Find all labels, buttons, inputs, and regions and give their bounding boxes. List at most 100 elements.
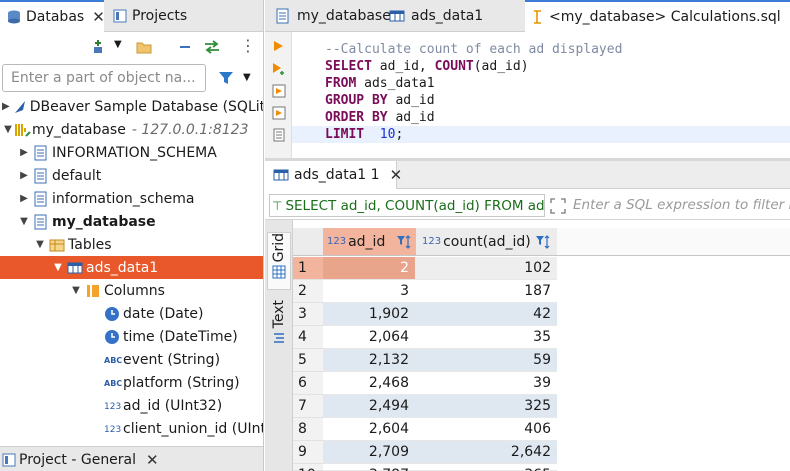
- object-filter-input[interactable]: Enter a part of object na...: [2, 64, 206, 92]
- schema-icon: [34, 145, 47, 160]
- cell-ad-id[interactable]: 2: [323, 257, 415, 280]
- tab-my-database[interactable]: my_database: [269, 0, 397, 32]
- filter-expression-input[interactable]: Enter a SQL expression to filter res: [573, 197, 790, 215]
- chevron-down-icon[interactable]: ▼: [52, 262, 64, 273]
- tree-item-column-ad-id[interactable]: 123 ad_id (UInt32): [0, 394, 263, 417]
- tree-item-column-date[interactable]: date (Date): [0, 302, 263, 325]
- tree-item-columns[interactable]: ▼ Columns: [0, 279, 263, 302]
- row-number[interactable]: 7: [293, 395, 323, 418]
- cell-count[interactable]: 365: [415, 464, 557, 471]
- tree-item-column-client-union-id[interactable]: 123 client_union_id (UInt3: [0, 417, 263, 440]
- sort-filter-icon[interactable]: [535, 234, 551, 250]
- filter-icon[interactable]: [218, 70, 234, 86]
- results-filter-bar: ⊤ SELECT ad_id, COUNT(ad_id) FROM ad Ent…: [265, 191, 790, 220]
- cell-count[interactable]: 2,642: [415, 441, 557, 464]
- query-text-box[interactable]: ⊤ SELECT ad_id, COUNT(ad_id) FROM ad: [269, 194, 545, 217]
- cell-count[interactable]: 187: [415, 280, 557, 303]
- filter-dropdown-icon[interactable]: ▼: [243, 72, 251, 83]
- chevron-down-icon[interactable]: ▼: [34, 239, 46, 250]
- table-icon: [273, 169, 289, 181]
- execute-statement-icon[interactable]: [272, 40, 284, 52]
- column-header-ad-id[interactable]: 123 ad_id: [323, 228, 415, 256]
- results-view-switcher: Grid Text: [265, 220, 293, 471]
- tab-results-ads-data1[interactable]: ads_data1 1 ✕: [265, 161, 402, 189]
- row-number[interactable]: 4: [293, 326, 323, 349]
- more-options-icon[interactable]: ⋮: [240, 36, 256, 55]
- collapse-all-icon[interactable]: [177, 39, 193, 55]
- cell-ad-id[interactable]: 2,494: [323, 395, 415, 418]
- cell-count[interactable]: 59: [415, 349, 557, 372]
- cell-ad-id[interactable]: 2,132: [323, 349, 415, 372]
- tab-projects[interactable]: Projects: [106, 0, 193, 32]
- cell-ad-id[interactable]: 2,709: [323, 441, 415, 464]
- cell-ad-id[interactable]: 3,787: [323, 464, 415, 471]
- cell-count[interactable]: 406: [415, 418, 557, 441]
- tab-calculations-sql[interactable]: <my_database> Calculations.sql: [525, 0, 790, 32]
- tab-database-navigator[interactable]: Databas ✕: [0, 0, 105, 32]
- cell-ad-id[interactable]: 3: [323, 280, 415, 303]
- tab-label: ads_data1 1: [294, 167, 380, 183]
- execute-script-new-tab-icon[interactable]: [272, 106, 286, 120]
- cell-count[interactable]: 102: [415, 257, 557, 280]
- explain-plan-icon[interactable]: [272, 128, 286, 142]
- cell-ad-id[interactable]: 2,468: [323, 372, 415, 395]
- column-header-count[interactable]: 123 count(ad_id): [415, 228, 557, 256]
- close-icon[interactable]: ✕: [146, 451, 159, 469]
- row-number[interactable]: 6: [293, 372, 323, 395]
- tree-item-default[interactable]: ▶ default: [0, 164, 263, 187]
- tree-item-column-time[interactable]: time (DateTime): [0, 325, 263, 348]
- tree-item-column-event[interactable]: ABC event (String): [0, 348, 263, 371]
- tree-item-column-platform[interactable]: ABC platform (String): [0, 371, 263, 394]
- chevron-down-icon[interactable]: ▼: [2, 124, 14, 135]
- execute-script-icon[interactable]: [272, 84, 286, 98]
- row-number[interactable]: 9: [293, 441, 323, 464]
- row-number[interactable]: 8: [293, 418, 323, 441]
- row-number[interactable]: 1: [293, 257, 323, 280]
- tab-project-general[interactable]: Project - General ✕: [2, 451, 159, 469]
- chevron-right-icon[interactable]: ▶: [18, 193, 30, 204]
- sql-editor[interactable]: --Calculate count of each ad displayed S…: [292, 32, 790, 158]
- cell-count[interactable]: 35: [415, 326, 557, 349]
- tree-item-information-schema-upper[interactable]: ▶ INFORMATION_SCHEMA: [0, 141, 263, 164]
- link-with-editor-icon[interactable]: [203, 39, 221, 55]
- numeric-type-icon: 123: [104, 425, 121, 435]
- tab-ads-data1[interactable]: ads_data1: [383, 0, 489, 32]
- expand-icon[interactable]: [550, 198, 566, 214]
- new-folder-icon[interactable]: [136, 39, 152, 55]
- tree-item-label: default: [52, 167, 102, 184]
- sort-filter-icon[interactable]: [396, 234, 412, 250]
- row-number[interactable]: 3: [293, 303, 323, 326]
- columns-folder-icon: [87, 284, 99, 297]
- tree-item-tables[interactable]: ▼ Tables: [0, 233, 263, 256]
- chevron-down-icon[interactable]: ▼: [70, 285, 82, 296]
- chevron-down-icon[interactable]: ▼: [114, 39, 122, 50]
- tab-grid[interactable]: Grid: [267, 232, 291, 290]
- cell-ad-id[interactable]: 2,064: [323, 326, 415, 349]
- tab-label: <my_database> Calculations.sql: [549, 9, 781, 25]
- close-icon[interactable]: ✕: [92, 8, 105, 26]
- row-number[interactable]: 5: [293, 349, 323, 372]
- tree-item-my-database-schema[interactable]: ▼ my_database: [0, 210, 263, 233]
- tab-text[interactable]: Text: [267, 300, 291, 358]
- row-number[interactable]: 10: [293, 464, 323, 471]
- new-connection-icon[interactable]: [90, 39, 106, 55]
- chevron-down-icon[interactable]: ▼: [18, 216, 30, 227]
- chevron-right-icon[interactable]: ▶: [18, 147, 30, 158]
- chevron-right-icon[interactable]: ▶: [18, 170, 30, 181]
- cell-count[interactable]: 325: [415, 395, 557, 418]
- tree-item-ads-data1[interactable]: ▼ ads_data1: [0, 256, 263, 279]
- tree-item-connection[interactable]: ▼ my_database - 127.0.0.1:8123: [0, 118, 263, 141]
- chevron-right-icon[interactable]: ▶: [2, 101, 10, 112]
- close-icon[interactable]: ✕: [390, 166, 403, 184]
- tree-item-sample-database[interactable]: ▶ DBeaver Sample Database (SQLite): [0, 95, 263, 118]
- cell-count[interactable]: 42: [415, 303, 557, 326]
- cell-ad-id[interactable]: 2,604: [323, 418, 415, 441]
- row-number[interactable]: 2: [293, 280, 323, 303]
- cell-count[interactable]: 39: [415, 372, 557, 395]
- execute-in-new-tab-icon[interactable]: [272, 62, 286, 76]
- tree-item-label: information_schema: [52, 190, 195, 207]
- tree-item-label: ad_id (UInt32): [123, 397, 223, 414]
- tree-item-label: INFORMATION_SCHEMA: [52, 144, 217, 161]
- tree-item-information-schema[interactable]: ▶ information_schema: [0, 187, 263, 210]
- cell-ad-id[interactable]: 1,902: [323, 303, 415, 326]
